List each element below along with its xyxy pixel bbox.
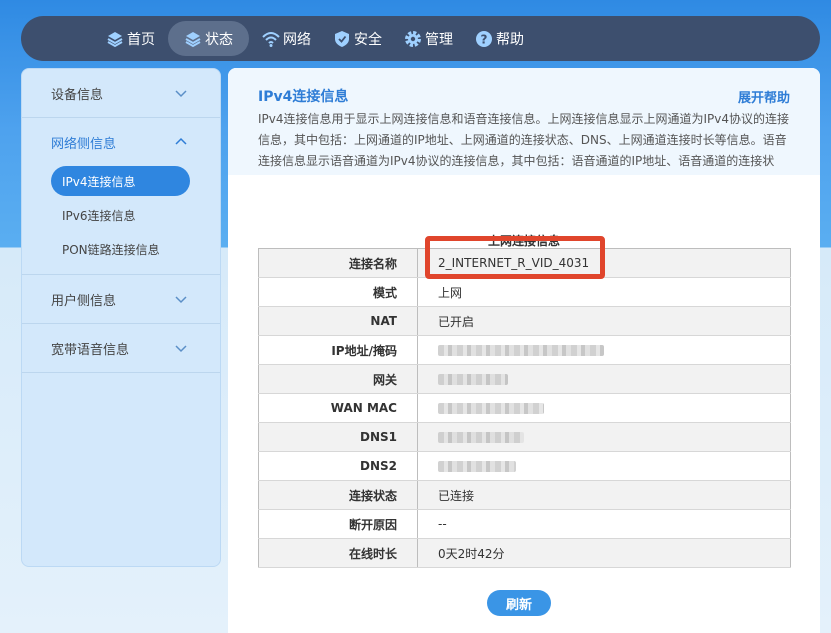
- chevron-down-icon: [175, 90, 187, 98]
- row-label: 断开原因: [258, 509, 418, 539]
- table-row: 在线时长 0天2时42分: [258, 538, 791, 568]
- sidebar-item-device-info[interactable]: 设备信息: [22, 69, 220, 117]
- nav-manage-label: 管理: [425, 31, 453, 48]
- row-value: [417, 335, 791, 365]
- table-row: 网关: [258, 364, 791, 394]
- row-value: 已开启: [417, 306, 791, 336]
- top-nav: 首页 状态 网络 安全 管理 ? 帮助: [21, 16, 820, 61]
- redacted-value: [438, 461, 516, 472]
- nav-manage[interactable]: 管理: [395, 21, 462, 56]
- nav-security[interactable]: 安全: [324, 21, 391, 56]
- nav-home[interactable]: 首页: [97, 21, 164, 56]
- row-value: [417, 364, 791, 394]
- page-title: IPv4连接信息: [258, 89, 349, 105]
- layers-icon: [184, 30, 202, 48]
- row-value: 已连接: [417, 480, 791, 510]
- table-row: 连接状态 已连接: [258, 480, 791, 510]
- row-label: IP地址/掩码: [258, 335, 418, 365]
- row-label: NAT: [258, 306, 418, 336]
- table-row: DNS2: [258, 451, 791, 481]
- chevron-up-icon: [175, 137, 187, 145]
- nav-status-label: 状态: [205, 31, 233, 48]
- help-section: IPv4连接信息 展开帮助 IPv4连接信息用于显示上网连接信息和语音连接信息。…: [228, 68, 820, 175]
- table-row: 断开原因 --: [258, 509, 791, 539]
- sidebar-item-label: 宽带语音信息: [51, 342, 130, 358]
- table-row: WAN MAC: [258, 393, 791, 423]
- table-row: 模式 上网: [258, 277, 791, 307]
- gear-icon: [404, 30, 422, 48]
- redacted-value: [438, 374, 508, 385]
- sidebar-item-user-info[interactable]: 用户侧信息: [22, 275, 220, 323]
- row-label: WAN MAC: [258, 393, 418, 423]
- row-label: 模式: [258, 277, 418, 307]
- redacted-value: [438, 403, 544, 414]
- sidebar-item-ipv4[interactable]: IPv4连接信息: [51, 166, 190, 196]
- table-row: NAT 已开启: [258, 306, 791, 336]
- connection-info-table: 连接名称 2_INTERNET_R_VID_4031 模式 上网 NAT 已开启 IP地址/…: [258, 248, 791, 568]
- expand-help-link[interactable]: 展开帮助: [738, 87, 790, 106]
- redacted-value: [438, 432, 524, 443]
- row-label: DNS1: [258, 422, 418, 452]
- table-row: DNS1: [258, 422, 791, 452]
- sidebar-group-voice: 宽带语音信息: [22, 324, 220, 373]
- nav-home-label: 首页: [127, 31, 155, 48]
- svg-text:?: ?: [481, 32, 488, 46]
- help-icon: ?: [475, 30, 493, 48]
- sidebar-group-user: 用户侧信息: [22, 275, 220, 324]
- sidebar-item-label: 网络侧信息: [51, 136, 117, 152]
- row-value: [417, 422, 791, 452]
- sidebar-group-device: 设备信息: [22, 69, 220, 118]
- row-value: 0天2时42分: [417, 538, 791, 568]
- layers-icon: [106, 30, 124, 48]
- chevron-down-icon: [175, 345, 187, 353]
- chevron-down-icon: [175, 296, 187, 304]
- nav-help-label: 帮助: [496, 31, 524, 48]
- sidebar-group-network: 网络侧信息 IPv4连接信息 IPv6连接信息 PON链路连接信息: [22, 118, 220, 275]
- nav-security-label: 安全: [354, 31, 382, 48]
- row-label: 网关: [258, 364, 418, 394]
- row-value: 上网: [417, 277, 791, 307]
- shield-icon: [333, 30, 351, 48]
- wifi-icon: [262, 30, 280, 48]
- nav-network[interactable]: 网络: [253, 21, 320, 56]
- sidebar-item-ipv6[interactable]: IPv6连接信息: [51, 200, 190, 230]
- sidebar-item-label: 设备信息: [51, 87, 104, 103]
- row-value: --: [417, 509, 791, 539]
- row-label: 连接名称: [258, 248, 418, 278]
- row-label: DNS2: [258, 451, 418, 481]
- refresh-button[interactable]: 刷新: [487, 590, 551, 616]
- sidebar-item-label: 用户侧信息: [51, 293, 117, 309]
- row-value: [417, 393, 791, 423]
- sidebar-item-network-info[interactable]: 网络侧信息: [22, 118, 220, 166]
- nav-help[interactable]: ? 帮助: [466, 21, 533, 56]
- table-caption: 上网连接信息: [487, 234, 560, 248]
- help-text: IPv4连接信息用于显示上网连接信息和语音连接信息。上网连接信息显示上网通道为I…: [258, 112, 790, 168]
- content-panel: IPv4连接信息 展开帮助 IPv4连接信息用于显示上网连接信息和语音连接信息。…: [228, 68, 820, 633]
- sidebar-submenu: IPv4连接信息 IPv6连接信息 PON链路连接信息: [22, 166, 220, 274]
- redacted-value: [438, 345, 604, 356]
- nav-status[interactable]: 状态: [168, 21, 249, 56]
- sidebar: 设备信息 网络侧信息 IPv4连接信息 IPv6连接信息 PON链路连接信息 用…: [21, 68, 221, 567]
- nav-network-label: 网络: [283, 31, 311, 48]
- table-row: IP地址/掩码: [258, 335, 791, 365]
- row-value: 2_INTERNET_R_VID_4031: [417, 248, 791, 278]
- row-label: 在线时长: [258, 538, 418, 568]
- sidebar-item-voice-info[interactable]: 宽带语音信息: [22, 324, 220, 372]
- row-label: 连接状态: [258, 480, 418, 510]
- sidebar-item-pon[interactable]: PON链路连接信息: [51, 234, 190, 264]
- table-row: 连接名称 2_INTERNET_R_VID_4031: [258, 248, 791, 278]
- row-value: [417, 451, 791, 481]
